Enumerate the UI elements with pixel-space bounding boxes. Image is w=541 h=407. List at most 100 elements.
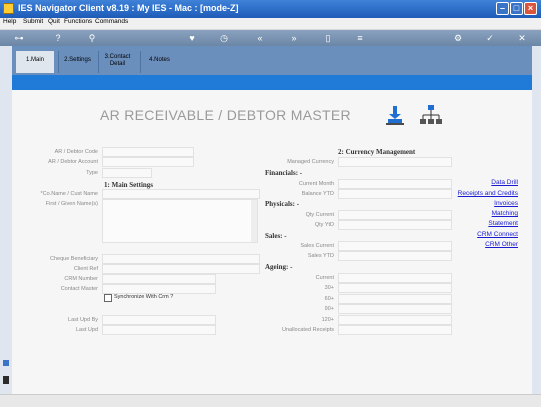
last-upd-by-label: Last Upd By: [68, 317, 98, 323]
current-month-field[interactable]: [338, 179, 452, 189]
settings-icon[interactable]: ⚙: [452, 32, 464, 44]
right-margin: [532, 46, 541, 394]
key-icon[interactable]: ⊶: [8, 32, 30, 44]
ageing-120-field[interactable]: [338, 315, 452, 325]
ageing-heading: Ageing: -: [265, 263, 293, 271]
qty-ytd-field[interactable]: [338, 220, 452, 230]
help-icon[interactable]: ?: [52, 32, 64, 44]
side-indicator-icon: [3, 360, 9, 366]
ageing-30-label: 30+: [324, 285, 334, 291]
main-settings-heading: 1: Main Settings: [104, 181, 153, 189]
co-name-label: *Co.Name / Cust Name: [40, 191, 98, 197]
sales-ytd-field[interactable]: [338, 251, 452, 261]
last-upd-field[interactable]: [102, 325, 216, 335]
client-ref-label: Client Ref: [73, 266, 98, 272]
menu-quit[interactable]: Quit: [48, 18, 60, 25]
sales-ytd-label: Sales YTD: [307, 253, 334, 259]
sales-current-field[interactable]: [338, 241, 452, 251]
ageing-current-field[interactable]: [338, 273, 452, 283]
crm-number-label: CRM Number: [64, 276, 98, 282]
form-area: [12, 90, 532, 394]
tab-notes[interactable]: 4.Notes: [140, 51, 178, 73]
tab-settings[interactable]: 2.Settings: [58, 51, 96, 73]
matching-link[interactable]: Matching: [492, 210, 518, 217]
ar-account-field[interactable]: [102, 157, 194, 167]
toolbar: ⊶ ? ⚲ ♥ ◷ « » ▯ ≡ ⚙ ✓ ✕: [0, 30, 541, 46]
search-icon[interactable]: ⚲: [86, 32, 98, 44]
minimize-icon[interactable]: –: [496, 2, 509, 15]
crm-connect-link[interactable]: CRM Connect: [477, 231, 518, 238]
tab-strip: 1.Main 2.Settings 3.Contact Detail 4.Note…: [12, 46, 532, 75]
menu-help[interactable]: Help: [3, 18, 16, 25]
unallocated-label: Unallocated Receipts: [282, 327, 334, 333]
sales-current-label: Sales Current: [300, 243, 334, 249]
contact-master-label: Contact Master: [60, 286, 98, 292]
receipts-credits-link[interactable]: Receipts and Credits: [458, 190, 518, 197]
managed-currency-label: Managed Currency: [287, 159, 334, 165]
org-chart-icon[interactable]: [420, 104, 442, 126]
type-field[interactable]: [102, 168, 152, 178]
tab-notes-label: 4.Notes: [149, 57, 170, 63]
qty-ytd-label: Qty YtD: [314, 222, 334, 228]
currency-heading: 2: Currency Management: [338, 148, 416, 156]
ageing-current-label: Current: [315, 275, 334, 281]
tab-settings-label: 2.Settings: [64, 57, 91, 63]
side-handle-icon[interactable]: [3, 376, 9, 384]
textarea-scrollbar[interactable]: [251, 200, 257, 242]
check-icon[interactable]: ✓: [484, 32, 496, 44]
favorite-icon[interactable]: ♥: [186, 32, 198, 44]
app-icon: [3, 3, 14, 14]
ageing-90-label: 90+: [324, 306, 334, 312]
balance-ytd-field[interactable]: [338, 189, 452, 199]
ar-code-field[interactable]: [102, 147, 194, 157]
menu-commands[interactable]: Commands: [95, 18, 128, 25]
ageing-60-field[interactable]: [338, 294, 452, 304]
managed-currency-field[interactable]: [338, 157, 452, 167]
sync-crm-label: Synchronize With Crm ?: [114, 294, 174, 300]
first-names-textarea[interactable]: [102, 199, 258, 243]
balance-ytd-label: Balance YTD: [301, 191, 334, 197]
cancel-icon[interactable]: ✕: [516, 32, 528, 44]
co-name-field[interactable]: [102, 189, 260, 199]
qty-current-label: Qty Current: [305, 212, 334, 218]
ageing-60-label: 60+: [324, 296, 334, 302]
back-icon[interactable]: «: [254, 32, 266, 44]
sync-crm-checkbox[interactable]: [104, 294, 112, 302]
current-month-label: Current Month: [298, 181, 334, 187]
qty-current-field[interactable]: [338, 210, 452, 220]
page-title: AR RECEIVABLE / DEBTOR MASTER: [100, 107, 351, 123]
financials-heading: Financials: -: [265, 169, 303, 177]
download-icon[interactable]: [385, 104, 405, 126]
type-label: Type: [86, 170, 98, 176]
document-icon[interactable]: ▯: [322, 32, 334, 44]
menu-submit[interactable]: Submit: [23, 18, 43, 25]
maximize-icon[interactable]: □: [510, 2, 523, 15]
crm-number-field[interactable]: [102, 274, 216, 284]
cheque-field[interactable]: [102, 254, 260, 264]
tab-contact-label: 3.Contact: [104, 54, 131, 60]
ar-code-label: AR / Debtor Code: [54, 149, 98, 155]
forward-icon[interactable]: »: [288, 32, 300, 44]
tab-contact-label-2: Detail: [109, 61, 126, 67]
close-icon[interactable]: ×: [524, 2, 537, 15]
tab-main[interactable]: 1.Main: [16, 51, 54, 73]
last-upd-by-field[interactable]: [102, 315, 216, 325]
first-names-label: First / Given Name(s): [45, 201, 98, 207]
unallocated-field[interactable]: [338, 325, 452, 335]
statement-link[interactable]: Statement: [488, 220, 518, 227]
crm-other-link[interactable]: CRM Other: [485, 241, 518, 248]
menu-bar: Help Submit Quit Functions Commands: [0, 18, 541, 30]
menu-functions[interactable]: Functions: [64, 18, 92, 25]
contact-master-field[interactable]: [102, 284, 216, 294]
ageing-30-field[interactable]: [338, 283, 452, 293]
ageing-120-label: 120+: [321, 317, 334, 323]
invoices-link[interactable]: Invoices: [494, 200, 518, 207]
client-ref-field[interactable]: [102, 264, 260, 274]
history-icon[interactable]: ◷: [218, 32, 230, 44]
status-bar: [0, 394, 541, 407]
tab-contact-detail[interactable]: 3.Contact Detail: [98, 51, 136, 73]
list-icon[interactable]: ≡: [354, 32, 366, 44]
window-title: IES Navigator Client v8.19 : My IES - Ma…: [18, 3, 239, 13]
data-drill-link[interactable]: Data Drill: [491, 179, 518, 186]
ageing-90-field[interactable]: [338, 304, 452, 314]
